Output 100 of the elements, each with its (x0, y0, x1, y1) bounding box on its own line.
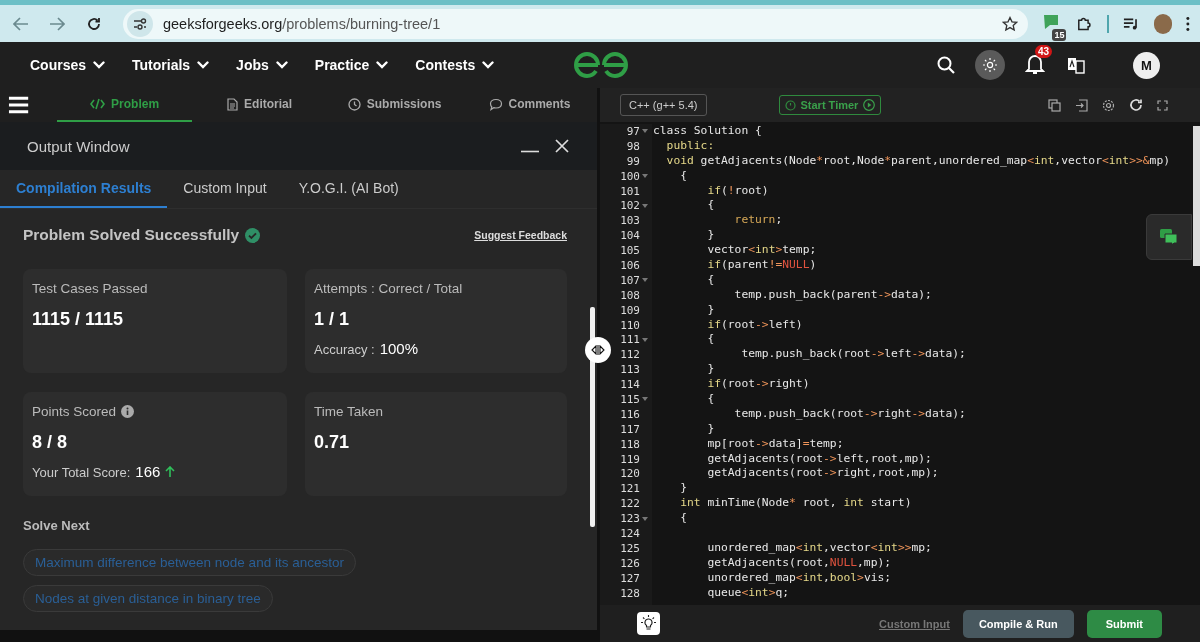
info-icon[interactable] (121, 405, 135, 418)
theme-toggle-button[interactable] (975, 50, 1005, 80)
line-number: 118 (620, 437, 640, 451)
code-line: if(!root) (706, 183, 769, 199)
code-line: temp.push_back(root->left->data); (740, 347, 966, 363)
address-bar[interactable]: geeksforgeeks.org/problems/burning-tree/1 (122, 8, 1028, 39)
fullscreen-icon[interactable] (1157, 99, 1168, 111)
chevron-down-icon (197, 61, 210, 69)
nav-menu-item[interactable]: Jobs (236, 57, 288, 73)
code-line: temp.push_back(parent->data); (733, 287, 932, 303)
extension-icon[interactable] (1041, 12, 1060, 31)
line-number: 107 (620, 273, 640, 287)
stat-label: Time Taken (314, 404, 384, 419)
code-line: int minTime(Node* root, int start) (679, 496, 912, 512)
line-number: 119 (620, 452, 640, 466)
code-line: queue<int>q; (706, 585, 790, 601)
submit-button[interactable]: Submit (1086, 609, 1162, 638)
code-line: getAdjacents(root->left,root,mp); (706, 451, 932, 467)
code-line: { (706, 198, 715, 214)
fold-caret-icon[interactable] (642, 278, 648, 283)
code-line: getAdjacents(root,NULL,mp); (706, 555, 892, 571)
line-number: 123 (620, 512, 640, 526)
notification-bell-icon[interactable] (1025, 53, 1045, 75)
profile-avatar[interactable] (1153, 13, 1173, 34)
settings-icon[interactable] (1102, 98, 1115, 112)
stat-value: 1 / 1 (314, 309, 351, 330)
lightbulb-icon (640, 615, 657, 632)
code-line: mp[root->data]=temp; (706, 436, 844, 452)
line-number: 112 (620, 348, 640, 362)
user-avatar[interactable]: M (1133, 51, 1160, 79)
line-number: 127 (620, 571, 640, 585)
nav-menu-item[interactable]: Tutorials (132, 57, 210, 73)
line-number: 97 (626, 124, 640, 138)
code-line: getAdjacents(root->right,root,mp); (706, 466, 939, 482)
search-icon[interactable] (937, 56, 955, 74)
clock-icon (784, 99, 796, 111)
stat-value: 0.71 (314, 432, 351, 453)
logo-icon[interactable] (574, 52, 628, 78)
output-tab[interactable]: Compilation Results (0, 170, 168, 208)
fold-caret-icon[interactable] (642, 129, 648, 134)
nav-menu-item[interactable]: Practice (314, 57, 389, 73)
document-icon (227, 97, 239, 111)
fold-caret-icon[interactable] (642, 203, 648, 208)
hint-button[interactable] (637, 612, 660, 635)
import-icon[interactable] (1075, 98, 1088, 112)
output-tab[interactable]: Custom Input (167, 170, 283, 208)
code-line: { (706, 392, 715, 407)
line-number: 124 (620, 527, 640, 540)
line-number: 121 (620, 482, 640, 496)
bookmark-star-icon[interactable] (1001, 15, 1018, 32)
reset-icon[interactable] (1129, 98, 1143, 112)
stat-sub-value: 166 (135, 463, 161, 480)
line-number: 102 (620, 199, 640, 213)
code-line: temp.push_back(root->right->data); (733, 406, 966, 422)
nav-menu-item[interactable]: Contests (415, 57, 495, 73)
stat-value: 1115 / 1115 (32, 309, 125, 330)
code-line: } (679, 481, 687, 497)
chevron-down-icon (482, 61, 495, 69)
code-line: class Solution { (653, 124, 762, 139)
stat-sub-label: Accuracy : (314, 342, 375, 357)
custom-input-link[interactable]: Custom Input (879, 617, 950, 630)
media-queue-icon[interactable] (1123, 16, 1140, 31)
status-text: Problem Solved Successfully (23, 226, 240, 244)
chevron-down-icon (376, 61, 389, 69)
scrollbar-thumb[interactable] (590, 307, 595, 527)
play-icon (863, 99, 876, 111)
start-timer-button[interactable]: Start Timer (778, 95, 882, 115)
problem-tab[interactable]: Comments (462, 88, 597, 122)
line-number: 113 (620, 363, 640, 377)
fold-caret-icon[interactable] (642, 397, 648, 402)
fold-caret-icon[interactable] (642, 337, 648, 342)
line-number: 117 (620, 422, 640, 436)
language-select[interactable]: C++ (g++ 5.4) (620, 94, 707, 116)
chat-button[interactable] (1146, 214, 1192, 260)
nav-menu-item[interactable]: Courses (30, 57, 106, 73)
resize-arrows-icon (591, 345, 605, 355)
line-number: 104 (620, 229, 640, 243)
code-line: if(root->left) (706, 317, 803, 333)
fold-caret-icon[interactable] (642, 516, 648, 521)
stat-value: 8 / 8 (32, 432, 69, 453)
chat-bubble-icon (488, 97, 503, 111)
fold-caret-icon[interactable] (642, 174, 648, 179)
suggest-feedback-link[interactable]: Suggest Feedback (474, 229, 567, 241)
compile-run-button[interactable]: Compile & Run (962, 609, 1074, 638)
translate-icon[interactable] (1067, 56, 1085, 74)
code-line: unordered_map<int,bool>vis; (706, 570, 892, 586)
stat-label: Attempts : Correct / Total (314, 281, 463, 296)
scrollbar-thumb[interactable] (1193, 126, 1200, 266)
site-settings-icon[interactable] (126, 10, 153, 37)
output-tab[interactable]: Y.O.G.I. (AI Bot) (282, 170, 415, 208)
problem-tab[interactable]: Editorial (192, 88, 328, 122)
sun-icon (983, 58, 997, 72)
line-number: 126 (620, 556, 640, 570)
more-menu-icon[interactable] (1186, 15, 1191, 32)
close-icon[interactable] (555, 139, 569, 153)
menu-icon[interactable] (8, 96, 30, 114)
code-line: } (706, 421, 715, 437)
copy-icon[interactable] (1048, 98, 1061, 112)
problem-tab[interactable]: Submissions (327, 88, 463, 122)
line-number: 110 (620, 318, 640, 332)
